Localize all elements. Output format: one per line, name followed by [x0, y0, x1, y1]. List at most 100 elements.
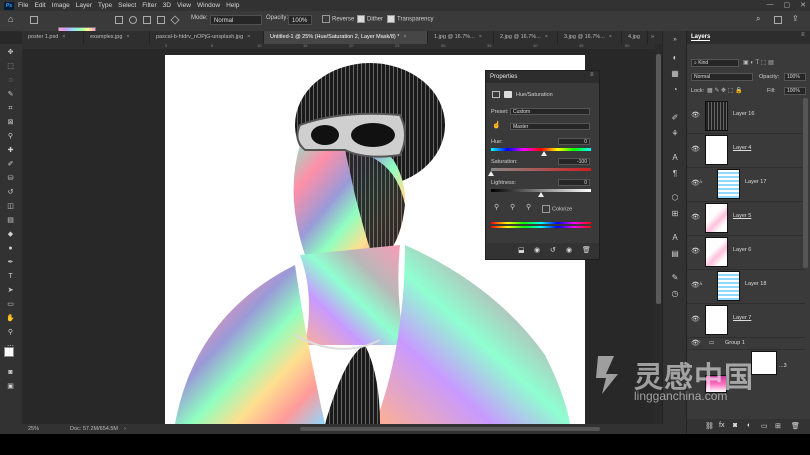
mask-icon[interactable] [504, 91, 512, 98]
clip-to-layer-icon[interactable]: ⬓ [518, 246, 525, 254]
layer-row[interactable]: 👁 Layer 6 [687, 235, 805, 270]
new-layer-icon[interactable]: ⊞ [775, 422, 781, 430]
delete-layer-icon[interactable]: 🗑 [791, 422, 800, 430]
new-group-icon[interactable]: ▭ [761, 422, 768, 430]
clone-stamp-icon[interactable]: ⛁ [5, 174, 16, 183]
layer-name[interactable]: Layer 5 [733, 213, 751, 219]
layers-title[interactable]: Layers [691, 34, 711, 41]
layer-opacity-input[interactable]: 100% [784, 73, 806, 81]
crop-tool-icon[interactable]: ⌗ [5, 104, 16, 113]
swatches-panel-icon[interactable]: ▦ [669, 69, 681, 79]
paragraph-panel-icon[interactable]: ¶ [669, 169, 681, 179]
layer-name[interactable]: Layer 17 [745, 179, 766, 185]
trash-icon[interactable]: 🗑 [582, 246, 591, 254]
zoom-tool-icon[interactable]: ⚲ [5, 328, 16, 337]
share-icon[interactable]: ⇪ [792, 14, 799, 23]
maximize-button[interactable]: ▢ [784, 1, 791, 9]
eyedropper-plus-icon[interactable]: ⚲ [510, 203, 515, 211]
view-previous-icon[interactable]: ◉ [534, 246, 540, 254]
layer-row[interactable]: 👁 Layer 16 [687, 99, 805, 134]
menu-help[interactable]: Help [226, 2, 239, 9]
menu-select[interactable]: Select [118, 2, 136, 9]
radial-gradient-icon[interactable] [129, 16, 137, 24]
history-panel-icon[interactable]: ◷ [669, 289, 681, 299]
mode-select[interactable]: Normal [210, 15, 262, 25]
eye-icon[interactable]: 👁 [691, 213, 700, 221]
workspace-icon[interactable] [774, 16, 782, 24]
quick-select-tool-icon[interactable]: ✎ [5, 90, 16, 99]
minimize-button[interactable]: — [767, 1, 774, 9]
tabs-overflow-icon[interactable]: » [648, 31, 662, 44]
home-icon[interactable]: ⌂ [8, 14, 13, 24]
layer-row[interactable]: 👁 Layer 5 [687, 201, 805, 236]
eye-icon[interactable]: 👁 [691, 247, 700, 255]
fill-input[interactable]: 100% [784, 87, 806, 95]
tab-examples[interactable]: examples.jpg × [84, 31, 150, 44]
menu-window[interactable]: Window [197, 2, 220, 9]
angle-gradient-icon[interactable] [143, 16, 151, 24]
clone-source-icon[interactable]: ⚘ [669, 129, 681, 139]
tab-1-jpg[interactable]: 1.jpg @ 16.7%... × [428, 31, 494, 44]
close-button[interactable]: ✕ [800, 1, 806, 9]
channel-select[interactable]: Master [510, 123, 590, 130]
dither-checkbox[interactable]: Dither [357, 15, 383, 23]
linear-gradient-icon[interactable] [115, 16, 123, 24]
expand-arrow-icon[interactable]: › [699, 339, 701, 345]
character-panel-icon[interactable]: A [669, 153, 681, 163]
dodge-tool-icon[interactable]: ● [5, 244, 16, 253]
hue-slider-knob[interactable] [541, 151, 547, 156]
menu-view[interactable]: View [177, 2, 191, 9]
glyphs-panel-icon[interactable]: A [669, 233, 681, 243]
menu-3d[interactable]: 3D [163, 2, 171, 9]
layer-name[interactable]: Layer 16 [733, 111, 754, 117]
layer-row[interactable]: 👁 ↳ Layer 17 [687, 167, 805, 202]
eye-icon[interactable]: 👁 [691, 145, 700, 153]
tab-2-jpg[interactable]: 2.jpg @ 16.7%... × [494, 31, 558, 44]
eyedropper-icon[interactable]: ⚲ [494, 203, 499, 211]
fx-icon[interactable]: fx [719, 422, 724, 429]
saturation-input[interactable]: -100 [558, 158, 590, 165]
layer-row[interactable]: 👁 Layer 4 [687, 133, 805, 168]
brushes-panel-icon[interactable]: ✐ [669, 113, 681, 123]
lasso-tool-icon[interactable]: ◌ [5, 76, 16, 85]
layer-row[interactable]: 👁 Layer 7 [687, 303, 805, 338]
move-tool-icon[interactable]: ✥ [5, 48, 16, 57]
blend-mode-select[interactable]: Normal [691, 73, 753, 81]
search-icon[interactable]: ⌕ [756, 14, 760, 24]
properties-panel-icon[interactable]: ⊞ [669, 209, 681, 219]
marquee-tool-icon[interactable]: ⬚ [5, 62, 16, 71]
colorize-checkbox[interactable]: Colorize [542, 205, 572, 213]
lightness-input[interactable]: 0 [558, 179, 590, 186]
scrollbar-thumb[interactable] [656, 54, 661, 304]
pen-tool-icon[interactable]: ✒ [5, 258, 16, 267]
eyedropper-minus-icon[interactable]: ⚲ [526, 203, 531, 211]
layers-scrollbar[interactable] [803, 98, 808, 268]
link-layers-icon[interactable]: ⛓ [705, 422, 714, 430]
tab-close-icon[interactable]: × [62, 34, 65, 40]
saturation-slider-track[interactable] [491, 168, 591, 171]
tool-preset-icon[interactable] [30, 16, 38, 24]
panel-menu-icon[interactable]: ≡ [590, 72, 594, 78]
menu-file[interactable]: File [18, 2, 28, 9]
eraser-tool-icon[interactable]: ◫ [5, 202, 16, 211]
history-brush-icon[interactable]: ↺ [5, 188, 16, 197]
horizontal-scrollbar[interactable] [300, 427, 600, 431]
diamond-gradient-icon[interactable] [170, 15, 180, 25]
zoom-level[interactable]: 25% [28, 426, 39, 432]
type-tool-icon[interactable]: T [5, 272, 16, 281]
tab-close-icon[interactable]: × [479, 34, 482, 40]
layer-name[interactable]: Layer 18 [745, 281, 766, 287]
tab-untitled-1[interactable]: Untitled-1 @ 25% (Hue/Saturation 2, Laye… [264, 31, 428, 44]
targeted-adjust-icon[interactable]: ☝ [492, 121, 501, 129]
menu-filter[interactable]: Filter [142, 2, 156, 9]
3d-panel-icon[interactable]: ⬡ [669, 193, 681, 203]
healing-brush-icon[interactable]: ✚ [5, 146, 16, 155]
menu-type[interactable]: Type [98, 2, 112, 9]
gradient-tool-icon[interactable]: ▤ [5, 216, 16, 225]
new-adjustment-icon[interactable]: ◐ [747, 422, 751, 429]
eye-icon[interactable]: 👁 [691, 111, 700, 119]
layer-name[interactable]: Layer 4 [733, 145, 751, 151]
reflected-gradient-icon[interactable] [157, 16, 165, 24]
tab-close-icon[interactable]: × [545, 34, 548, 40]
hue-input[interactable]: 0 [558, 138, 590, 145]
